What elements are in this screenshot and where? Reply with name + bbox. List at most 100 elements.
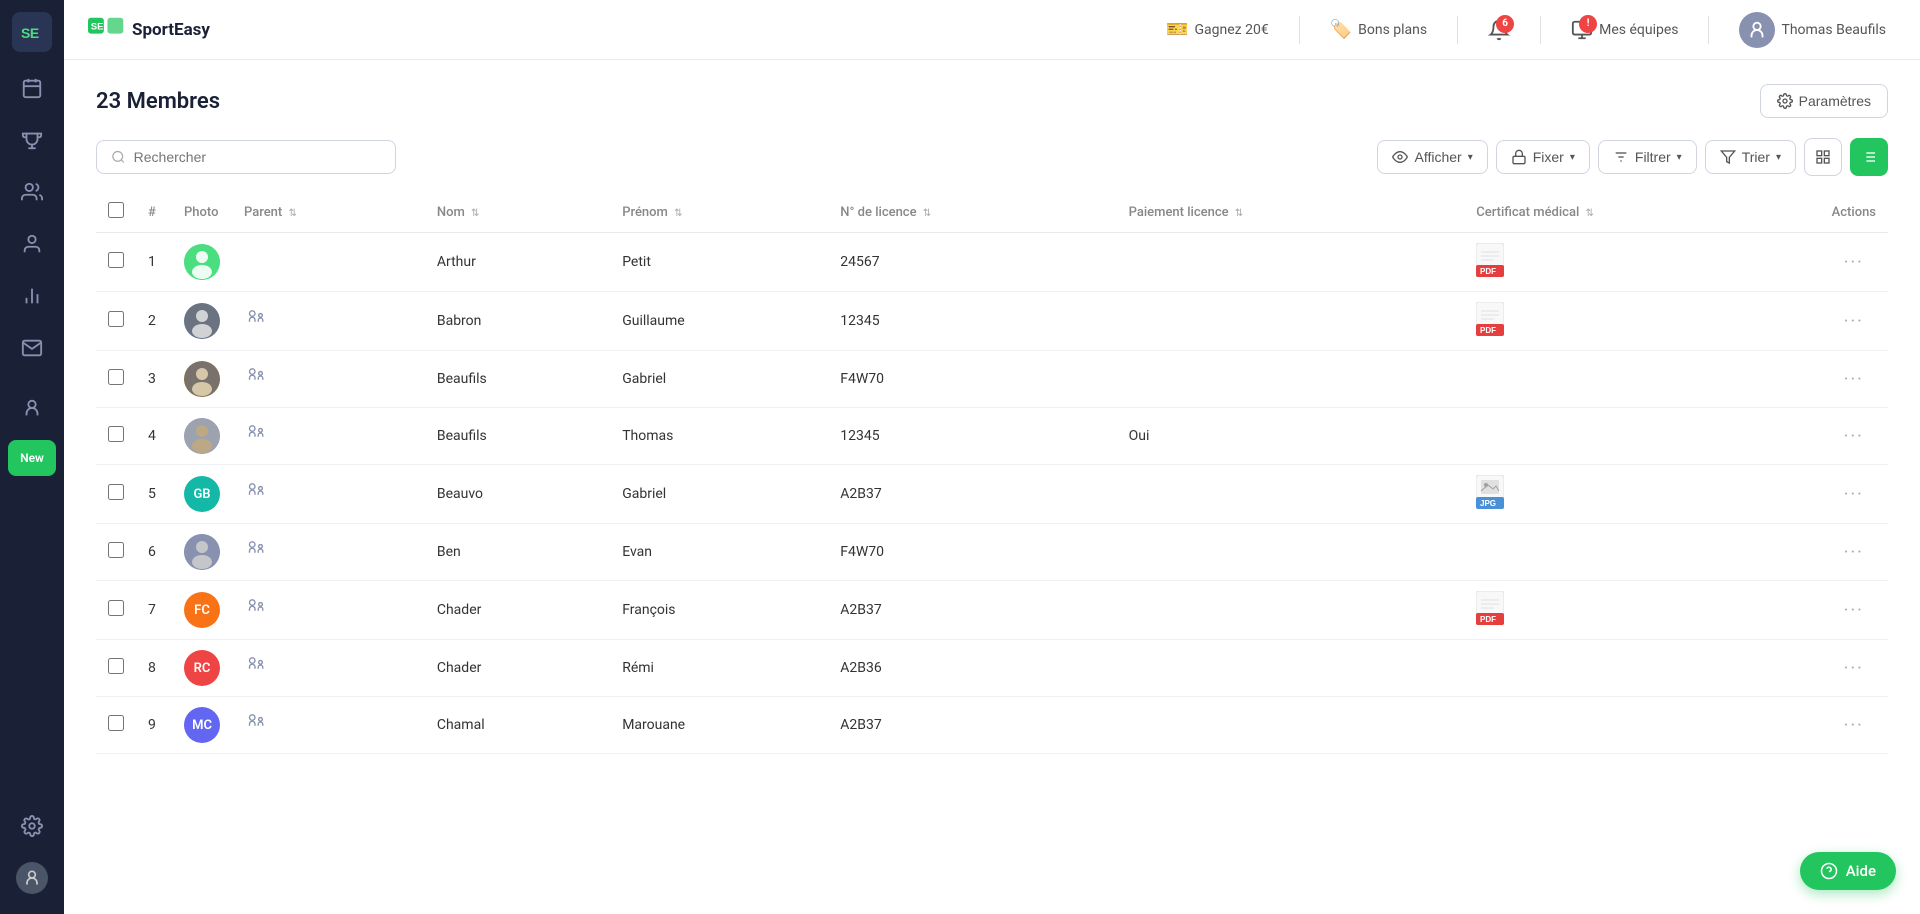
more-actions-button[interactable]: ··· [1844,600,1864,621]
row-photo: FC [172,581,232,640]
pdf-file-icon[interactable]: PDF [1476,324,1504,340]
header-nom[interactable]: Nom ⇅ [425,192,610,233]
navbar: SE SportEasy 🎫 Gagnez 20€ 🏷️ Bons plans … [64,0,1920,60]
row-num: 9 [136,697,172,754]
afficher-button[interactable]: Afficher ▾ [1377,140,1487,174]
sidebar-item-profile[interactable] [8,220,56,268]
row-actions: ··· [1820,697,1888,754]
row-license: 12345 [828,408,1116,465]
header-prenom[interactable]: Prénom ⇅ [610,192,828,233]
header-paiement[interactable]: Paiement licence ⇅ [1117,192,1465,233]
sidebar-item-team[interactable] [8,168,56,216]
chevron-down-icon-3: ▾ [1677,152,1682,163]
search-input[interactable] [134,149,381,165]
row-num: 6 [136,524,172,581]
grid-view-button[interactable] [1804,138,1842,176]
table-row: 8RCChaderRémiA2B36··· [96,640,1888,697]
parent-icon [244,372,266,393]
row-photo [172,233,232,292]
row-checkbox[interactable] [108,426,124,442]
row-parent [232,233,425,292]
notifications-action[interactable]: 6 [1478,13,1520,47]
header-certificat[interactable]: Certificat médical ⇅ [1464,192,1819,233]
row-prenom: Marouane [610,697,828,754]
sidebar-item-user-avatar[interactable] [8,854,56,902]
row-checkbox[interactable] [108,542,124,558]
sidebar-item-stats[interactable] [8,272,56,320]
row-parent [232,524,425,581]
row-prenom: Evan [610,524,828,581]
my-teams-badge: ! [1579,15,1597,33]
filtrer-button[interactable]: Filtrer ▾ [1598,140,1697,174]
toolbar: Afficher ▾ Fixer ▾ Filtrer ▾ Trier ▾ [96,138,1888,176]
jpg-file-icon[interactable]: JPG [1476,497,1504,513]
notifications-badge: 6 [1496,15,1514,33]
row-certificat [1464,697,1819,754]
user-profile-action[interactable]: Thomas Beaufils [1729,6,1896,54]
params-button[interactable]: Paramètres [1760,84,1888,118]
aide-button[interactable]: Aide [1800,852,1896,890]
more-actions-button[interactable]: ··· [1844,658,1864,679]
row-checkbox[interactable] [108,658,124,674]
row-checkbox[interactable] [108,252,124,268]
table-header: # Photo Parent ⇅ Nom ⇅ Prénom ⇅ N° de li… [96,192,1888,233]
row-prenom: Guillaume [610,292,828,351]
more-actions-button[interactable]: ··· [1844,542,1864,563]
sidebar-item-trophy[interactable] [8,116,56,164]
pdf-file-icon[interactable]: PDF [1476,613,1504,629]
header-checkbox-cell [96,192,136,233]
fixer-button[interactable]: Fixer ▾ [1496,140,1590,174]
more-actions-button[interactable]: ··· [1844,252,1864,273]
sidebar-item-user-manage[interactable] [8,384,56,432]
more-actions-button[interactable]: ··· [1844,369,1864,390]
table-row: 1ArthurPetit24567PDF··· [96,233,1888,292]
sidebar-item-calendar[interactable] [8,64,56,112]
more-actions-button[interactable]: ··· [1844,484,1864,505]
search-box[interactable] [96,140,396,174]
toolbar-right: Afficher ▾ Fixer ▾ Filtrer ▾ Trier ▾ [1377,138,1888,176]
navbar-divider-2 [1457,16,1458,44]
my-teams-action[interactable]: ! Mes équipes [1561,13,1688,47]
sidebar-logo[interactable]: SE [12,12,52,52]
row-parent [232,640,425,697]
row-nom: Chader [425,581,610,640]
row-checkbox[interactable] [108,311,124,327]
select-all-checkbox[interactable] [108,202,124,218]
row-num: 2 [136,292,172,351]
bons-plans-action[interactable]: 🏷️ Bons plans [1320,13,1437,46]
row-parent [232,408,425,465]
page-title: 23 Membres [96,89,220,114]
row-nom: Beaufils [425,408,610,465]
sidebar-item-settings[interactable] [8,802,56,850]
trier-button[interactable]: Trier ▾ [1705,140,1796,174]
more-actions-button[interactable]: ··· [1844,715,1864,736]
svg-text:SE: SE [91,21,104,31]
row-actions: ··· [1820,524,1888,581]
more-actions-button[interactable]: ··· [1844,311,1864,332]
row-prenom: Rémi [610,640,828,697]
navbar-divider-3 [1540,16,1541,44]
list-view-button[interactable] [1850,138,1888,176]
row-prenom: François [610,581,828,640]
row-nom: Beaufils [425,351,610,408]
row-checkbox[interactable] [108,715,124,731]
pdf-file-icon[interactable]: PDF [1476,265,1504,281]
parent-icon [244,603,266,624]
sidebar-item-mail[interactable] [8,324,56,372]
row-checkbox[interactable] [108,484,124,500]
header-parent[interactable]: Parent ⇅ [232,192,425,233]
row-certificat [1464,408,1819,465]
earn-action[interactable]: 🎫 Gagnez 20€ [1156,13,1279,46]
header-license[interactable]: N° de licence ⇅ [828,192,1116,233]
row-certificat: JPG [1464,465,1819,524]
row-checkbox[interactable] [108,600,124,616]
row-paiement [1117,465,1465,524]
parent-icon [244,661,266,682]
row-prenom: Petit [610,233,828,292]
more-actions-button[interactable]: ··· [1844,426,1864,447]
main-area: SE SportEasy 🎫 Gagnez 20€ 🏷️ Bons plans … [64,0,1920,914]
sidebar-new-button[interactable]: New [8,440,56,476]
row-paiement [1117,524,1465,581]
row-checkbox[interactable] [108,369,124,385]
row-paiement [1117,640,1465,697]
